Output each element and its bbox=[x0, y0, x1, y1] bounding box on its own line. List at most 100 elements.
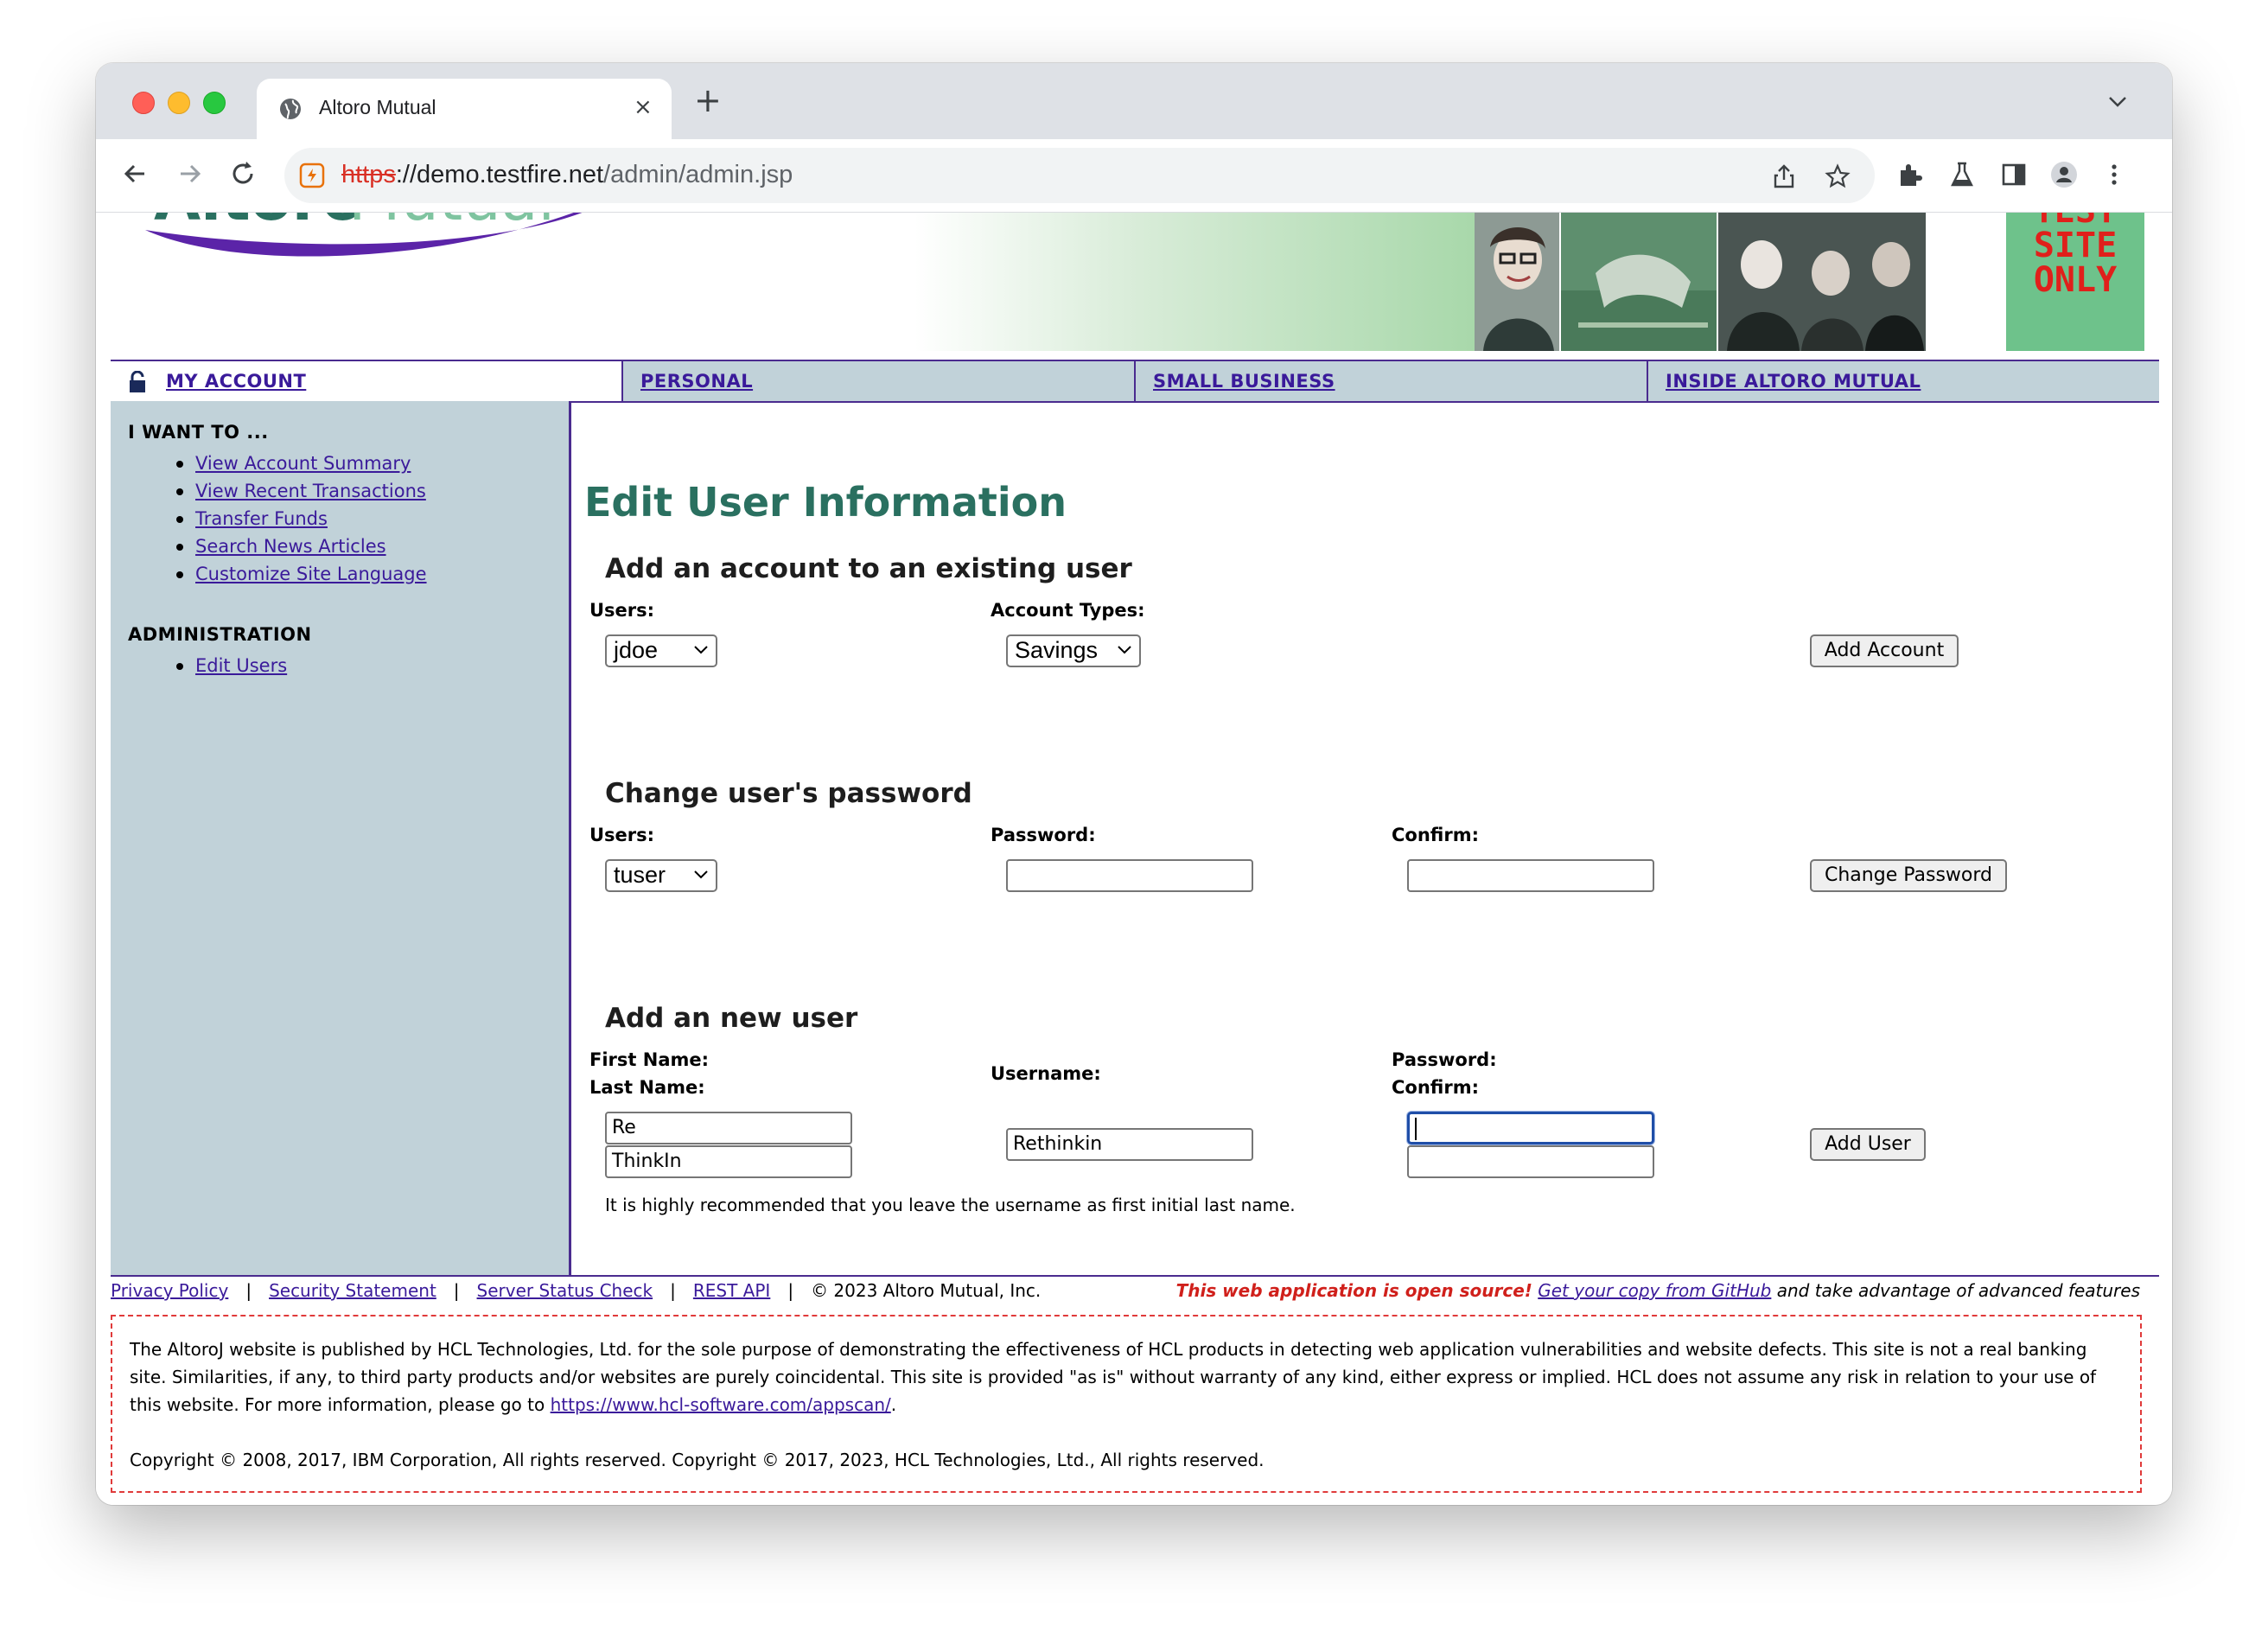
change-password-users-select[interactable]: tuser bbox=[605, 859, 717, 892]
new-tab-button[interactable]: + bbox=[694, 84, 722, 117]
close-window-button[interactable] bbox=[132, 92, 155, 114]
sidebar-heading-i-want-to: I WANT TO ... bbox=[128, 422, 269, 443]
svg-text:Altoro: Altoro bbox=[154, 213, 363, 234]
open-source-notice: This web application is open source! bbox=[1175, 1280, 1532, 1301]
extensions-icon[interactable] bbox=[1895, 160, 1925, 189]
url-text: https://demo.testfire.net/admin/admin.js… bbox=[341, 161, 793, 189]
footer-separator: | bbox=[670, 1280, 676, 1301]
text-caret bbox=[1415, 1118, 1417, 1140]
sidebar-admin-links: Edit Users bbox=[162, 652, 287, 679]
sidebar-link-edit-users[interactable]: Edit Users bbox=[195, 655, 287, 676]
select-value: tuser bbox=[614, 862, 666, 888]
select-value: Savings bbox=[1015, 637, 1099, 663]
change-password-password-field[interactable] bbox=[1006, 859, 1253, 892]
site-header: Altoro Mutual bbox=[111, 213, 2159, 351]
change-password-confirm-label: Confirm: bbox=[1392, 825, 1479, 845]
sidebar-item: View Recent Transactions bbox=[162, 477, 427, 505]
first-name-field[interactable]: Re bbox=[605, 1112, 852, 1144]
add-user-heading: Add an new user bbox=[605, 1003, 858, 1034]
header-photo-people bbox=[1718, 213, 1926, 351]
nav-item-my-account: MY ACCOUNT bbox=[111, 361, 621, 401]
disclaimer-copyright: Copyright © 2008, 2017, IBM Corporation,… bbox=[130, 1450, 1265, 1470]
add-user-button[interactable]: Add User bbox=[1810, 1128, 1926, 1161]
header-photo-woman bbox=[1475, 213, 1559, 351]
nav-link-personal[interactable]: PERSONAL bbox=[640, 361, 753, 401]
chevron-down-icon bbox=[1118, 646, 1131, 654]
footer-open-source: This web application is open source! Get… bbox=[1176, 1280, 2140, 1301]
change-password-password-label: Password: bbox=[991, 825, 1096, 845]
add-account-users-label: Users: bbox=[589, 600, 655, 621]
new-password-field[interactable] bbox=[1407, 1112, 1654, 1144]
browser-tab[interactable]: Altoro Mutual × bbox=[257, 79, 672, 139]
chevron-down-icon[interactable] bbox=[2108, 96, 2127, 108]
url-host: ://demo.testfire.net bbox=[395, 161, 604, 188]
close-tab-icon[interactable]: × bbox=[634, 94, 653, 120]
footer-separator: | bbox=[787, 1280, 794, 1301]
address-bar[interactable]: https://demo.testfire.net/admin/admin.js… bbox=[284, 148, 1875, 203]
footer-link-rest-api[interactable]: REST API bbox=[693, 1280, 770, 1301]
nav-link-inside-altoro[interactable]: INSIDE ALTORO MUTUAL bbox=[1666, 361, 1921, 401]
sidebar-item: Search News Articles bbox=[162, 532, 427, 560]
open-source-tail: and take advantage of advanced features bbox=[1776, 1280, 2140, 1301]
nav-link-my-account[interactable]: MY ACCOUNT bbox=[166, 361, 306, 401]
sidebar-link-view-recent-transactions[interactable]: View Recent Transactions bbox=[195, 481, 426, 501]
github-link[interactable]: Get your copy from GitHub bbox=[1538, 1280, 1771, 1301]
more-menu-icon[interactable] bbox=[2099, 160, 2129, 189]
last-name-label: Last Name: bbox=[589, 1077, 705, 1098]
side-panel-icon[interactable] bbox=[1999, 160, 2029, 189]
sidebar-item: Customize Site Language bbox=[162, 560, 427, 588]
back-icon[interactable] bbox=[118, 156, 153, 191]
bookmark-star-icon[interactable] bbox=[1825, 163, 1851, 189]
maximize-window-button[interactable] bbox=[203, 92, 226, 114]
field-value: ThinkIn bbox=[612, 1151, 682, 1172]
change-password-users-label: Users: bbox=[589, 825, 655, 845]
lock-icon bbox=[130, 371, 145, 392]
add-account-heading: Add an account to an existing user bbox=[605, 553, 1132, 584]
change-password-button[interactable]: Change Password bbox=[1810, 859, 2007, 892]
last-name-field[interactable]: ThinkIn bbox=[605, 1145, 852, 1178]
forward-icon[interactable] bbox=[172, 156, 207, 191]
new-confirm-field[interactable] bbox=[1407, 1145, 1654, 1178]
username-field[interactable]: Rethinkin bbox=[1006, 1128, 1253, 1161]
new-confirm-label: Confirm: bbox=[1392, 1077, 1479, 1098]
altoro-logo[interactable]: Altoro Mutual bbox=[137, 213, 621, 265]
profile-avatar-icon[interactable] bbox=[2049, 160, 2079, 189]
hcl-appscan-link[interactable]: https://www.hcl-software.com/appscan/ bbox=[551, 1394, 891, 1415]
main-nav: MY ACCOUNT PERSONAL SMALL BUSINESS INSID… bbox=[111, 360, 2159, 403]
nav-item-small-business: SMALL BUSINESS bbox=[1134, 361, 1647, 401]
footer-link-security-statement[interactable]: Security Statement bbox=[269, 1280, 436, 1301]
footer-links: Privacy Policy | Security Statement | Server… bbox=[111, 1280, 1041, 1301]
not-secure-icon[interactable] bbox=[298, 162, 326, 189]
footer-link-server-status[interactable]: Server Status Check bbox=[477, 1280, 653, 1301]
test-banner-line3: ONLY bbox=[2033, 260, 2118, 300]
username-hint: It is highly recommended that you leave … bbox=[605, 1195, 1296, 1215]
sidebar-item: Edit Users bbox=[162, 652, 287, 679]
sidebar-link-view-account-summary[interactable]: View Account Summary bbox=[195, 453, 411, 474]
sidebar-link-search-news-articles[interactable]: Search News Articles bbox=[195, 536, 386, 557]
header-photo-hands bbox=[1561, 213, 1717, 351]
sidebar-link-transfer-funds[interactable]: Transfer Funds bbox=[195, 508, 328, 529]
labs-flask-icon[interactable] bbox=[1947, 160, 1977, 189]
footer-copyright: © 2023 Altoro Mutual, Inc. bbox=[811, 1280, 1042, 1301]
chevron-down-icon bbox=[694, 646, 708, 654]
browser-window: Altoro Mutual × + https://demo.testfire.… bbox=[96, 63, 2172, 1505]
sidebar-item: View Account Summary bbox=[162, 449, 427, 477]
share-icon[interactable] bbox=[1771, 163, 1797, 189]
sidebar-link-customize-site-language[interactable]: Customize Site Language bbox=[195, 564, 427, 584]
header-gradient bbox=[914, 213, 1476, 351]
reload-icon[interactable] bbox=[226, 156, 260, 191]
globe-icon bbox=[280, 99, 301, 119]
disclaimer-body: The AltoroJ website is published by HCL … bbox=[130, 1339, 2097, 1415]
footer-link-privacy-policy[interactable]: Privacy Policy bbox=[111, 1280, 228, 1301]
first-name-label: First Name: bbox=[589, 1049, 710, 1070]
account-types-select[interactable]: Savings bbox=[1006, 634, 1141, 667]
add-account-users-select[interactable]: jdoe bbox=[605, 634, 717, 667]
nav-link-small-business[interactable]: SMALL BUSINESS bbox=[1153, 361, 1335, 401]
add-account-button[interactable]: Add Account bbox=[1810, 634, 1959, 667]
footer-separator: | bbox=[245, 1280, 252, 1301]
sidebar-links: View Account Summary View Recent Transac… bbox=[162, 449, 427, 588]
nav-item-inside-altoro: INSIDE ALTORO MUTUAL bbox=[1647, 361, 2159, 401]
change-password-confirm-field[interactable] bbox=[1407, 859, 1654, 892]
page-viewport: Altoro Mutual bbox=[96, 213, 2172, 1505]
minimize-window-button[interactable] bbox=[168, 92, 190, 114]
